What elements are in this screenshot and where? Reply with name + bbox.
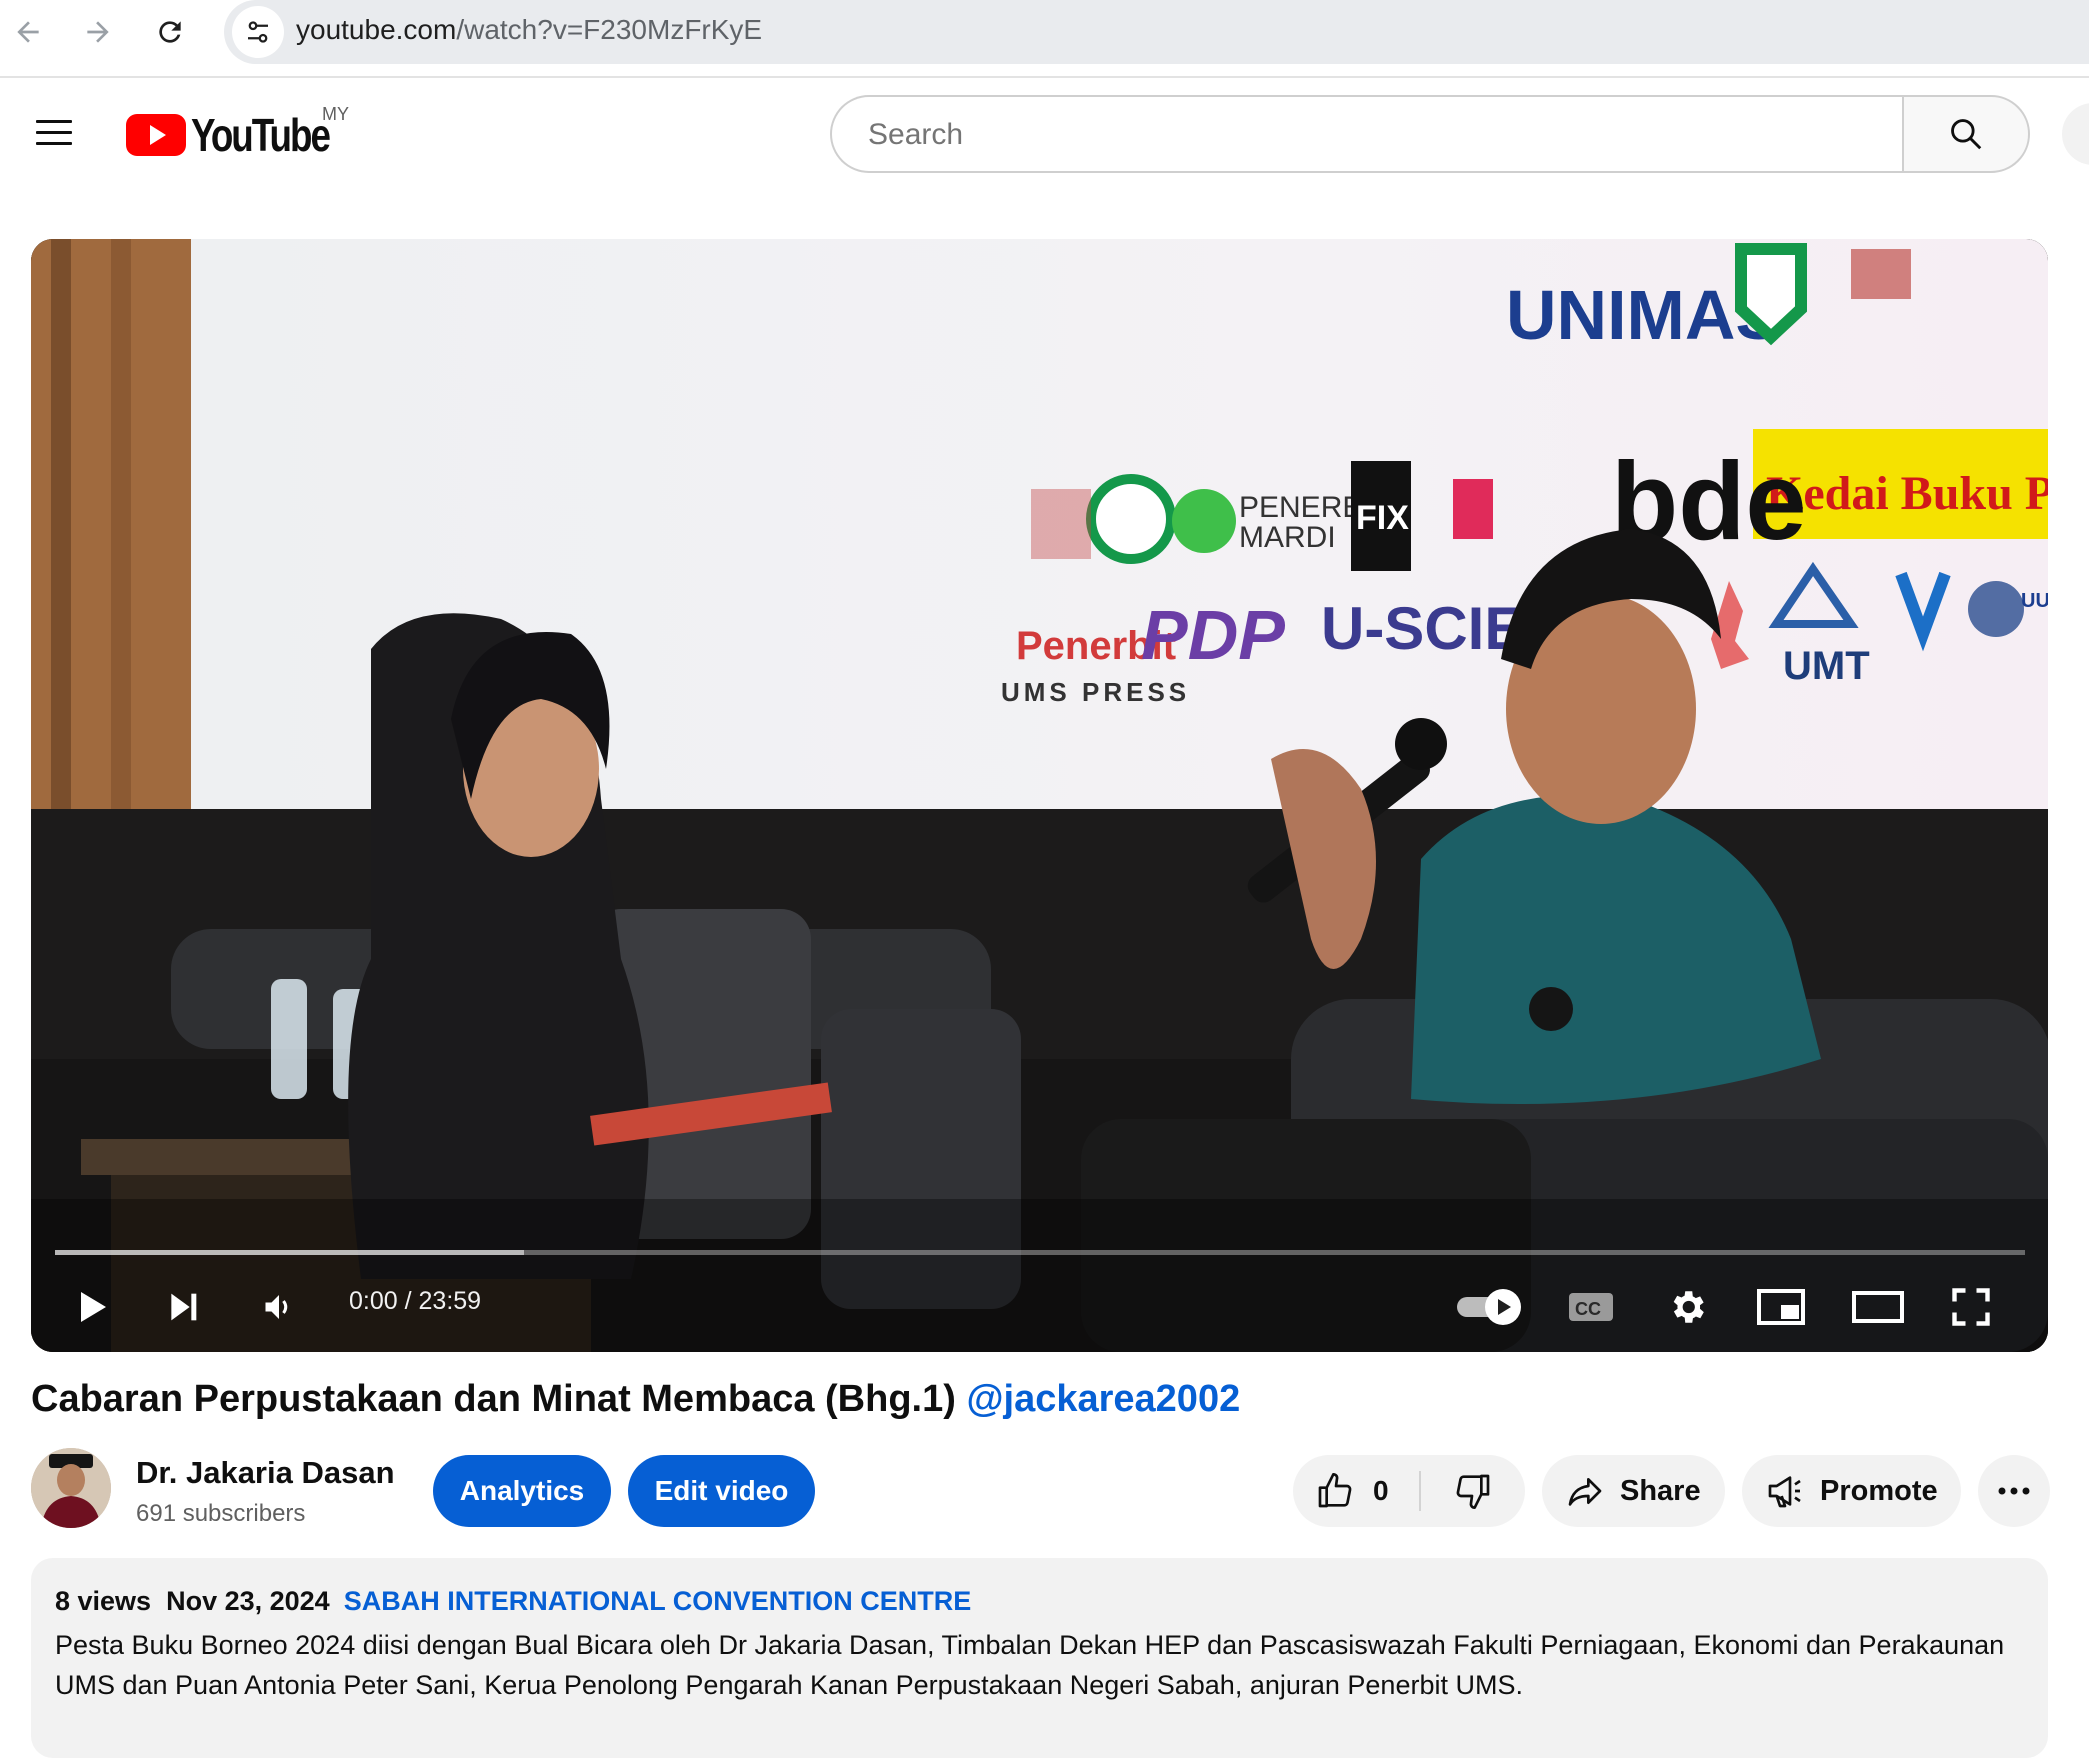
player-controls: 0:00 / 23:59 CC: [31, 1269, 2048, 1343]
tune-icon: [248, 21, 268, 43]
subscriber-count: 691 subscribers: [136, 1500, 306, 1527]
search-button[interactable]: [1902, 95, 2030, 173]
video-frame: UNIMAS Kedai Buku Putatan PENERBITMARDI …: [31, 239, 2048, 1352]
volume-icon: [265, 1295, 288, 1319]
skip-next-icon: [171, 1293, 197, 1321]
region-code: MY: [322, 104, 349, 124]
edit-video-button[interactable]: Edit video: [628, 1455, 815, 1527]
video-player[interactable]: UNIMAS Kedai Buku Putatan PENERBITMARDI …: [31, 239, 2048, 1352]
mute-button[interactable]: [247, 1277, 311, 1337]
fix-text: FIX: [1356, 499, 1409, 537]
play-button[interactable]: [59, 1277, 123, 1337]
svg-text:CC: CC: [1575, 1299, 1601, 1319]
kedai-buku-text: Kedai Buku Putatan: [1766, 467, 2048, 520]
logo-wordmark: YouTube: [191, 109, 331, 161]
description-box[interactable]: 8 views Nov 23, 2024 SABAH INTERNATIONAL …: [31, 1558, 2048, 1758]
next-button[interactable]: [151, 1277, 215, 1337]
channel-name[interactable]: Dr. Jakaria Dasan: [136, 1455, 395, 1491]
mardi-logo: [1172, 489, 1236, 553]
promote-button[interactable]: Promote: [1742, 1455, 1961, 1527]
url-text[interactable]: youtube.com/watch?v=F230MzFrKyE: [296, 14, 762, 46]
reload-icon: [159, 21, 181, 43]
microphone-head: [1395, 718, 1447, 770]
fullscreen-button[interactable]: [1939, 1277, 2003, 1337]
miniplayer-button[interactable]: [1749, 1277, 1813, 1337]
promote-label: Promote: [1820, 1474, 1938, 1507]
thumbs-down-icon: [1456, 1474, 1490, 1509]
arrow-right-icon: [87, 21, 109, 43]
thumbs-up-icon: [1318, 1473, 1352, 1508]
gear-icon: [1673, 1291, 1704, 1323]
time-total: 23:59: [418, 1287, 482, 1315]
theater-mode-icon: [1852, 1291, 1904, 1323]
buffered-bar: [55, 1250, 524, 1255]
share-icon: [1568, 1478, 1602, 1506]
description-text: Pesta Buku Borneo 2024 diisi dengan Bual…: [55, 1630, 2005, 1700]
youtube-play-icon: [126, 114, 186, 156]
search-icon: [1951, 119, 1982, 150]
crest-logo: [1851, 249, 1911, 299]
url-path: /watch?v=F230MzFrKyE: [456, 14, 763, 45]
crest-logo-small: [1031, 489, 1091, 559]
wrist-watch: [1529, 987, 1573, 1031]
upload-date: Nov 23, 2024: [166, 1586, 330, 1616]
back-button[interactable]: [4, 10, 52, 54]
pdp-logo: PDP: [1141, 596, 1285, 674]
ums-press-text: UMS PRESS: [1001, 677, 1190, 707]
view-count: 8 views: [55, 1586, 152, 1616]
green-shield-logo: [1735, 243, 1807, 346]
uum-text: UUM: [2021, 590, 2048, 612]
description-meta: 8 views Nov 23, 2024 SABAH INTERNATIONAL …: [55, 1586, 971, 1617]
url-domain: youtube.com: [296, 14, 457, 45]
site-info-button[interactable]: [232, 6, 284, 58]
play-icon: [81, 1292, 106, 1322]
uum-logo: [1968, 581, 2024, 637]
search-box: [830, 95, 1902, 173]
time-display: 0:00 / 23:59: [349, 1287, 481, 1316]
hamburger-line: [36, 131, 72, 134]
video-title-text: Cabaran Perpustakaan dan Minat Membaca (…: [31, 1378, 956, 1420]
closed-captions-icon: CC: [1569, 1293, 1613, 1321]
voice-search-button[interactable]: [2062, 103, 2089, 165]
browser-toolbar: youtube.com/watch?v=F230MzFrKyE: [0, 0, 2089, 78]
dislike-button[interactable]: [1421, 1455, 1525, 1527]
umt-text: UMT: [1783, 644, 1870, 688]
hamburger-icon: [36, 120, 72, 123]
share-button[interactable]: Share: [1542, 1455, 1725, 1527]
search-input[interactable]: [866, 97, 1870, 173]
theater-mode-button[interactable]: [1843, 1277, 1913, 1337]
time-current: 0:00: [349, 1287, 398, 1315]
share-label: Share: [1620, 1474, 1701, 1507]
settings-button[interactable]: [1655, 1277, 1719, 1337]
miniplayer-icon: [1757, 1289, 1805, 1325]
progress-bar[interactable]: [55, 1250, 2025, 1255]
video-title: Cabaran Perpustakaan dan Minat Membaca (…: [31, 1378, 1240, 1421]
toolbar-divider: [0, 76, 2089, 78]
subtitles-button[interactable]: CC: [1559, 1279, 1623, 1335]
like-count: 0: [1373, 1475, 1389, 1506]
like-dislike-group: 0: [1293, 1455, 1525, 1527]
arrow-left-icon: [17, 21, 39, 43]
megaphone-icon: [1768, 1476, 1801, 1508]
more-horizontal-icon: [1998, 1487, 2030, 1495]
like-button[interactable]: 0: [1293, 1455, 1419, 1527]
guide-menu-button[interactable]: [34, 116, 76, 150]
analytics-button[interactable]: Analytics: [433, 1455, 611, 1527]
more-actions-button[interactable]: [1978, 1455, 2050, 1527]
water-bottle: [271, 979, 307, 1099]
autoplay-toggle-icon: [1457, 1289, 1521, 1325]
channel-handle-link[interactable]: @jackarea2002: [966, 1378, 1240, 1420]
green-v-logo: [1086, 474, 1176, 564]
location-link[interactable]: SABAH INTERNATIONAL CONVENTION CENTRE: [344, 1586, 972, 1616]
forward-button[interactable]: [74, 10, 122, 54]
reload-button[interactable]: [146, 10, 194, 54]
autoplay-toggle[interactable]: [1451, 1279, 1531, 1335]
red-logo: [1453, 479, 1493, 539]
u-scie-logo: U-SCIE: [1321, 595, 1524, 662]
fullscreen-icon: [1952, 1288, 1990, 1326]
avatar-image: [31, 1448, 111, 1528]
channel-avatar[interactable]: [31, 1448, 111, 1528]
hamburger-line: [36, 142, 72, 145]
time-separator: /: [397, 1287, 419, 1315]
